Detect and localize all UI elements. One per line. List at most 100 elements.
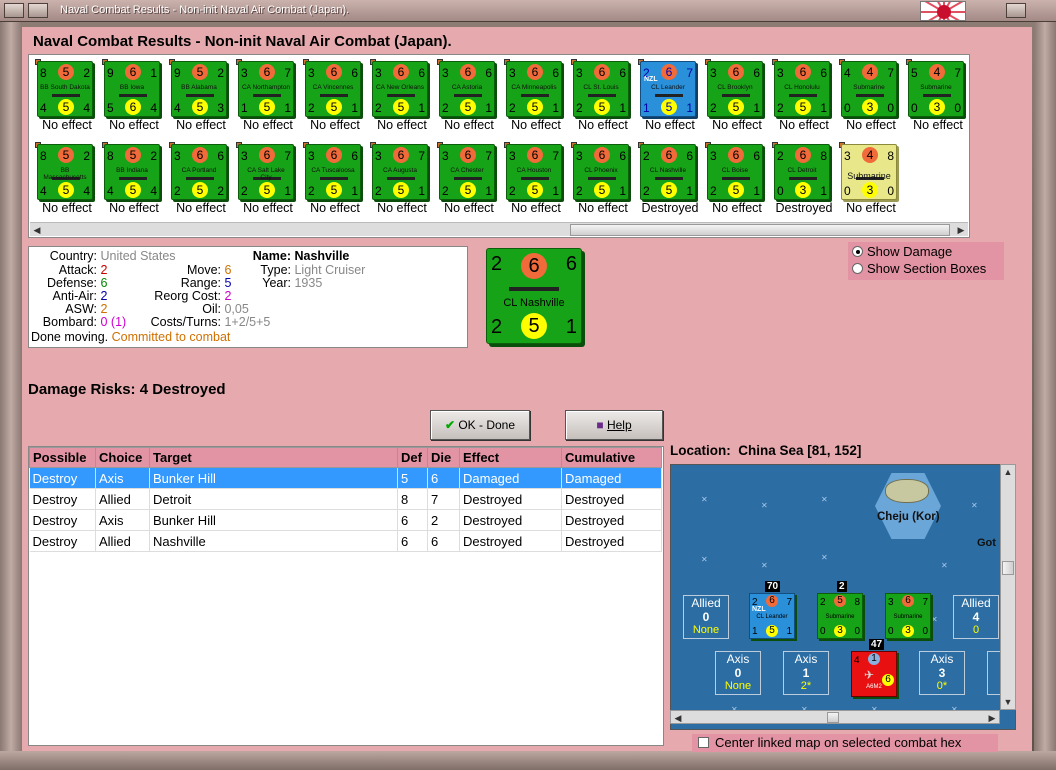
window-menu-button[interactable] bbox=[4, 3, 24, 18]
unit-slot[interactable]: 3 6 7 CA Chester 2 5 1 No effect bbox=[435, 142, 499, 224]
scroll-up-icon[interactable]: ▲ bbox=[1001, 465, 1015, 479]
scroll-right-icon[interactable]: ▶ bbox=[954, 223, 968, 237]
axis-box-1[interactable]: Axis 0 None bbox=[715, 651, 761, 695]
minimize-button[interactable] bbox=[28, 3, 48, 18]
map-unit-submarine-1[interactable]: 2 5 8 Submarine 0 3 0 bbox=[817, 593, 863, 639]
checkbox-icon[interactable] bbox=[698, 737, 709, 748]
scrollbar-thumb[interactable] bbox=[570, 224, 950, 236]
unit-counter[interactable]: 5 4 7 Submarine 0 3 0 bbox=[908, 61, 964, 117]
unit-counter[interactable]: 8 5 2 BB Indiana 4 5 4 bbox=[104, 144, 160, 200]
unit-counter[interactable]: 3 6 6 CA Portland 2 5 2 bbox=[171, 144, 227, 200]
column-header[interactable]: Die bbox=[427, 447, 460, 468]
axis-box-2[interactable]: Axis 1 2* bbox=[783, 651, 829, 695]
unit-slot[interactable]: 2 6 7 NZL CL Leander 1 5 1 No effect bbox=[636, 59, 700, 141]
unit-slot[interactable]: 3 6 6 CA Vincennes 2 5 1 No effect bbox=[301, 59, 365, 141]
table-row[interactable]: Destroy Allied Detroit 8 7 Destroyed Destroyed bbox=[29, 488, 662, 510]
unit-slot[interactable]: 3 6 6 CA Astoria 2 5 1 No effect bbox=[435, 59, 499, 141]
column-header[interactable]: Effect bbox=[459, 447, 562, 468]
unit-slot[interactable]: 3 4 8 Submarine 0 3 0 No effect bbox=[837, 142, 901, 224]
center-map-checkbox[interactable]: Center linked map on selected combat hex bbox=[692, 734, 998, 752]
unit-slot[interactable]: 3 6 6 CL Boise 2 5 1 No effect bbox=[703, 142, 767, 224]
show-damage-radio[interactable]: Show Damage bbox=[852, 244, 952, 260]
column-header[interactable]: Possible bbox=[29, 447, 96, 468]
unit-slot[interactable]: 8 5 2 BB Indiana 4 5 4 No effect bbox=[100, 142, 164, 224]
unit-slot[interactable]: 2 6 6 CL Nashville 2 5 1 Destroyed bbox=[636, 142, 700, 224]
unit-counter[interactable]: 3 4 8 Submarine 0 3 0 bbox=[841, 144, 897, 200]
map-vertical-scrollbar[interactable]: ▲ ▼ bbox=[1000, 464, 1016, 710]
axis-box-3[interactable]: Axis 3 0* bbox=[919, 651, 965, 695]
unit-counter[interactable]: 2 6 6 CL Nashville 2 5 1 bbox=[640, 144, 696, 200]
scroll-left-icon[interactable]: ◀ bbox=[30, 223, 44, 237]
unit-counter[interactable]: 3 6 6 CA Astoria 2 5 1 bbox=[439, 61, 495, 117]
table-cell: Damaged bbox=[561, 467, 662, 489]
ok-done-button[interactable]: ✔ OK - Done bbox=[430, 410, 530, 440]
unit-slot[interactable]: 4 4 7 Submarine 0 3 0 No effect bbox=[837, 59, 901, 141]
unit-counter[interactable]: 3 6 7 CA Chester 2 5 1 bbox=[439, 144, 495, 200]
unit-counter[interactable]: 3 6 6 CA Vincennes 2 5 1 bbox=[305, 61, 361, 117]
unit-slot[interactable]: 3 6 6 CL Phoenix 2 5 1 No effect bbox=[569, 142, 633, 224]
allied-right-box[interactable]: Allied 4 0 bbox=[953, 595, 999, 639]
unit-slot[interactable]: 2 6 8 CL Detroit 0 3 1 Destroyed bbox=[770, 142, 834, 224]
unit-slot[interactable]: 3 6 6 CA Tuscaloosa 2 5 1 No effect bbox=[301, 142, 365, 224]
map-horizontal-scrollbar[interactable]: ◀ ▶ bbox=[670, 710, 1000, 724]
help-button[interactable]: ■ Help bbox=[565, 410, 663, 440]
map-unit-a6m2[interactable]: 4 1 A6M2 6 ✈ bbox=[851, 651, 897, 697]
unit-result: No effect bbox=[109, 201, 159, 215]
unit-counter[interactable]: 3 6 6 CL Boise 2 5 1 bbox=[707, 144, 763, 200]
table-row[interactable]: Destroy Allied Nashville 6 6 Destroyed Destroy… bbox=[29, 530, 662, 552]
unit-counter[interactable]: 3 6 6 CL Honolulu 2 5 1 bbox=[774, 61, 830, 117]
unit-slot[interactable]: 3 6 6 CA Portland 2 5 2 No effect bbox=[167, 142, 231, 224]
unit-slot[interactable]: 3 6 6 CA New Orleans 2 5 1 No effect bbox=[368, 59, 432, 141]
map-scroll-left-icon[interactable]: ◀ bbox=[671, 711, 685, 725]
unit-counter[interactable]: 3 6 6 CL St. Louis 2 5 1 bbox=[573, 61, 629, 117]
scroll-down-icon[interactable]: ▼ bbox=[1001, 695, 1015, 709]
unit-slot[interactable]: 3 6 6 CL St. Louis 2 5 1 No effect bbox=[569, 59, 633, 141]
unit-counter[interactable]: 3 6 6 CA New Orleans 2 5 1 bbox=[372, 61, 428, 117]
unit-counter[interactable]: 3 6 7 CA Houston 2 5 1 bbox=[506, 144, 562, 200]
mini-map[interactable]: ✕✕✕✕✕✕✕✕✕✕✕✕✕✕✕ Cheju (Kor) Got Allied0N… bbox=[670, 464, 1016, 730]
table-row[interactable]: Destroy Axis Bunker Hill 5 6 Damaged Damaged bbox=[29, 467, 662, 489]
unit-counter[interactable]: 8 5 2 BB South Dakota 4 5 4 bbox=[37, 61, 93, 117]
unit-slot[interactable]: 9 6 1 BB Iowa 5 6 4 No effect bbox=[100, 59, 164, 141]
unit-counter[interactable]: 2 6 8 CL Detroit 0 3 1 bbox=[774, 144, 830, 200]
unit-slot[interactable]: 8 5 2 BB Massachusetts 4 5 4 No effect bbox=[33, 142, 97, 224]
unit-slot[interactable]: 8 5 2 BB South Dakota 4 5 4 No effect bbox=[33, 59, 97, 141]
unit-counter[interactable]: 8 5 2 BB Massachusetts 4 5 4 bbox=[37, 144, 93, 200]
unit-slot[interactable]: 3 6 6 CL Honolulu 2 5 1 No effect bbox=[770, 59, 834, 141]
map-hscroll-thumb[interactable] bbox=[827, 712, 839, 723]
unit-slot[interactable]: 3 6 7 CA Augusta 2 5 1 No effect bbox=[368, 142, 432, 224]
column-header[interactable]: Def bbox=[397, 447, 428, 468]
map-unit-submarine-2[interactable]: 3 6 7 Submarine 0 3 0 bbox=[885, 593, 931, 639]
map-scroll-right-icon[interactable]: ▶ bbox=[985, 711, 999, 725]
unit-counter[interactable]: 3 6 6 CL Phoenix 2 5 1 bbox=[573, 144, 629, 200]
allied-left-box[interactable]: Allied 0 None bbox=[683, 595, 729, 639]
unit-counter[interactable]: 3 6 7 CA Salt Lake City 2 5 1 bbox=[238, 144, 294, 200]
unit-counter[interactable]: 3 6 6 CL Brooklyn 2 5 1 bbox=[707, 61, 763, 117]
map-vscroll-thumb[interactable] bbox=[1002, 561, 1014, 575]
unit-slot[interactable]: 3 6 7 CA Northampton 1 5 1 No effect bbox=[234, 59, 298, 141]
unit-slot[interactable]: 3 6 7 CA Salt Lake City 2 5 1 No effect bbox=[234, 142, 298, 224]
show-section-boxes-radio[interactable]: Show Section Boxes bbox=[852, 261, 986, 277]
unit-slot[interactable]: 3 6 6 CL Brooklyn 2 5 1 No effect bbox=[703, 59, 767, 141]
column-header[interactable]: Target bbox=[149, 447, 398, 468]
map-unit-leander[interactable]: 2 6 7 NZL CL Leander 1 5 1 bbox=[749, 593, 795, 639]
close-button[interactable] bbox=[1006, 3, 1026, 18]
unit-slot[interactable]: 9 5 2 BB Alabama 4 5 3 No effect bbox=[167, 59, 231, 141]
column-header[interactable]: Choice bbox=[95, 447, 150, 468]
table-cell: Destroyed bbox=[561, 488, 662, 510]
unit-list-scrollbar[interactable]: ◀ ▶ bbox=[30, 222, 968, 236]
unit-counter[interactable]: 9 5 2 BB Alabama 4 5 3 bbox=[171, 61, 227, 117]
unit-slot[interactable]: 3 6 6 CA Minneapolis 2 5 1 No effect bbox=[502, 59, 566, 141]
unit-counter[interactable]: 4 4 7 Submarine 0 3 0 bbox=[841, 61, 897, 117]
unit-slot[interactable]: 3 6 7 CA Houston 2 5 1 No effect bbox=[502, 142, 566, 224]
unit-slot[interactable]: 5 4 7 Submarine 0 3 0 No effect bbox=[904, 59, 968, 141]
unit-counter[interactable]: 9 6 1 BB Iowa 5 6 4 bbox=[104, 61, 160, 117]
unit-counter[interactable]: 3 6 7 CA Northampton 1 5 1 bbox=[238, 61, 294, 117]
unit-counter[interactable]: 3 6 7 CA Augusta 2 5 1 bbox=[372, 144, 428, 200]
unit-counter[interactable]: 3 6 6 CA Tuscaloosa 2 5 1 bbox=[305, 144, 361, 200]
column-header[interactable]: Cumulative bbox=[561, 447, 662, 468]
table-row[interactable]: Destroy Axis Bunker Hill 6 2 Destroyed Destroy… bbox=[29, 509, 662, 531]
unit-counter[interactable]: 2 6 7 NZL CL Leander 1 5 1 bbox=[640, 61, 696, 117]
table-cell: Detroit bbox=[149, 488, 398, 510]
unit-counter[interactable]: 3 6 6 CA Minneapolis 2 5 1 bbox=[506, 61, 562, 117]
